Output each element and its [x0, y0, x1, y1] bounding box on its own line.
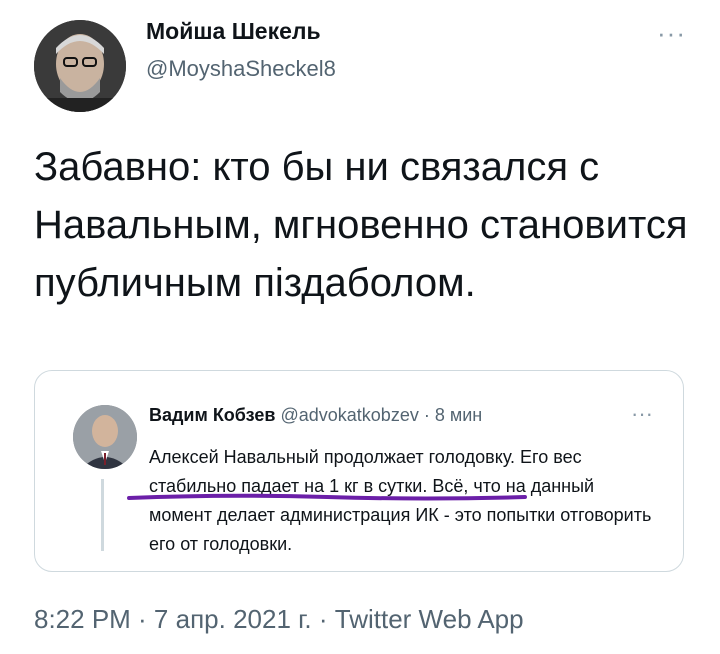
tweet-text: Забавно: кто бы ни связался с Навальным,…: [34, 145, 688, 305]
thread-line: [101, 479, 104, 551]
quoted-author-name[interactable]: Вадим Кобзев: [149, 405, 275, 425]
quoted-author-handle[interactable]: @advokatkobzev: [280, 405, 418, 425]
quoted-timestamp[interactable]: · 8 мин: [424, 405, 482, 425]
author-name[interactable]: Мойша Шекель: [146, 18, 321, 45]
quoted-author-avatar[interactable]: [73, 405, 137, 469]
tweet-footer[interactable]: 8:22 PM · 7 апр. 2021 г. · Twitter Web A…: [34, 604, 524, 635]
more-dots-icon[interactable]: ···: [631, 401, 653, 427]
author-handle[interactable]: @MoyshaSheckel8: [146, 56, 336, 82]
quoted-tweet[interactable]: Вадим Кобзев @advokatkobzev · 8 мин ··· …: [34, 370, 684, 572]
quoted-header: Вадим Кобзев @advokatkobzev · 8 мин: [149, 405, 482, 426]
more-dots-icon[interactable]: ···: [657, 18, 686, 49]
author-avatar[interactable]: [34, 20, 126, 112]
handwritten-underline: [127, 493, 527, 501]
